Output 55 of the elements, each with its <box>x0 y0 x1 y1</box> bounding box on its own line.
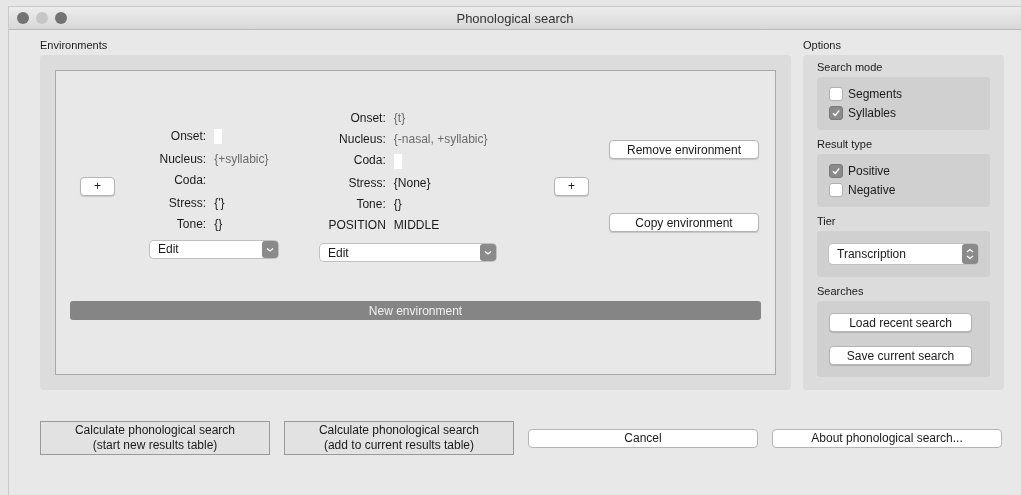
field-value: {-nasal, +syllabic} <box>393 132 489 146</box>
edit-dropdown[interactable]: Edit <box>150 240 278 258</box>
field-label: Stress: <box>167 195 207 210</box>
minimize-icon[interactable] <box>36 12 48 24</box>
stepper-icon <box>962 244 978 264</box>
group-label: Search mode <box>817 61 884 73</box>
section-label: Options <box>803 39 841 51</box>
caret-icon <box>262 240 278 258</box>
field-label: Tone: <box>355 197 386 211</box>
field-label: POSITION <box>327 218 386 232</box>
caret-icon <box>480 244 496 261</box>
tier-dropdown[interactable]: Transcription <box>829 244 978 264</box>
add-button[interactable]: + <box>554 176 589 196</box>
field-label: Onset: <box>349 111 386 125</box>
checkbox[interactable] <box>829 106 843 120</box>
checkbox-label[interactable]: Negative <box>848 183 896 197</box>
copy-environment-button[interactable]: Copy environment <box>609 213 759 232</box>
group-label: Result type <box>817 138 874 150</box>
field-label: Stress: <box>347 176 386 190</box>
search-button[interactable]: Save current search <box>829 346 972 365</box>
dialog-button[interactable]: About phonological search... <box>772 428 1002 448</box>
field-label: Tone: <box>175 216 207 231</box>
field-value: {+syllabic} <box>214 151 270 166</box>
dialog-button[interactable]: Calculate phonological search (add to current results table) <box>284 421 514 455</box>
zoom-icon[interactable] <box>55 12 67 24</box>
checkbox-label[interactable]: Syllables <box>848 106 897 120</box>
field-value: {None} <box>393 176 432 190</box>
field-value: {'} <box>214 195 226 210</box>
checkbox-label[interactable]: Positive <box>848 164 891 178</box>
field-value: MIDDLE <box>393 218 441 232</box>
field-label: Coda: <box>352 153 386 169</box>
field-label: Nucleus: <box>158 151 207 166</box>
field-label: Onset: <box>169 128 207 145</box>
field-label: Nucleus: <box>338 132 386 146</box>
checkbox[interactable] <box>829 164 843 178</box>
window-title: Phonological search <box>456 10 574 26</box>
field-label: Coda: <box>173 172 207 189</box>
check-icon <box>831 108 841 118</box>
checkbox[interactable] <box>829 183 843 197</box>
dialog-button[interactable]: Cancel <box>528 428 758 448</box>
remove-environment-button[interactable]: Remove environment <box>609 140 759 159</box>
field-value: {} <box>393 197 403 211</box>
check-icon <box>831 166 841 176</box>
section-label: Environments <box>40 39 108 51</box>
checkbox-label[interactable]: Segments <box>848 87 903 101</box>
group-label: Searches <box>817 285 865 297</box>
close-icon[interactable] <box>17 12 29 24</box>
edit-dropdown[interactable]: Edit <box>320 244 496 261</box>
search-button[interactable]: Load recent search <box>829 313 972 332</box>
add-button[interactable]: + <box>80 176 115 196</box>
checkbox[interactable] <box>829 87 843 101</box>
field-value: {} <box>214 216 224 231</box>
dialog-button[interactable]: Calculate phonological search (start new results table) <box>40 421 270 455</box>
group-label: Tier <box>817 215 837 227</box>
field-value: {t} <box>393 111 407 125</box>
